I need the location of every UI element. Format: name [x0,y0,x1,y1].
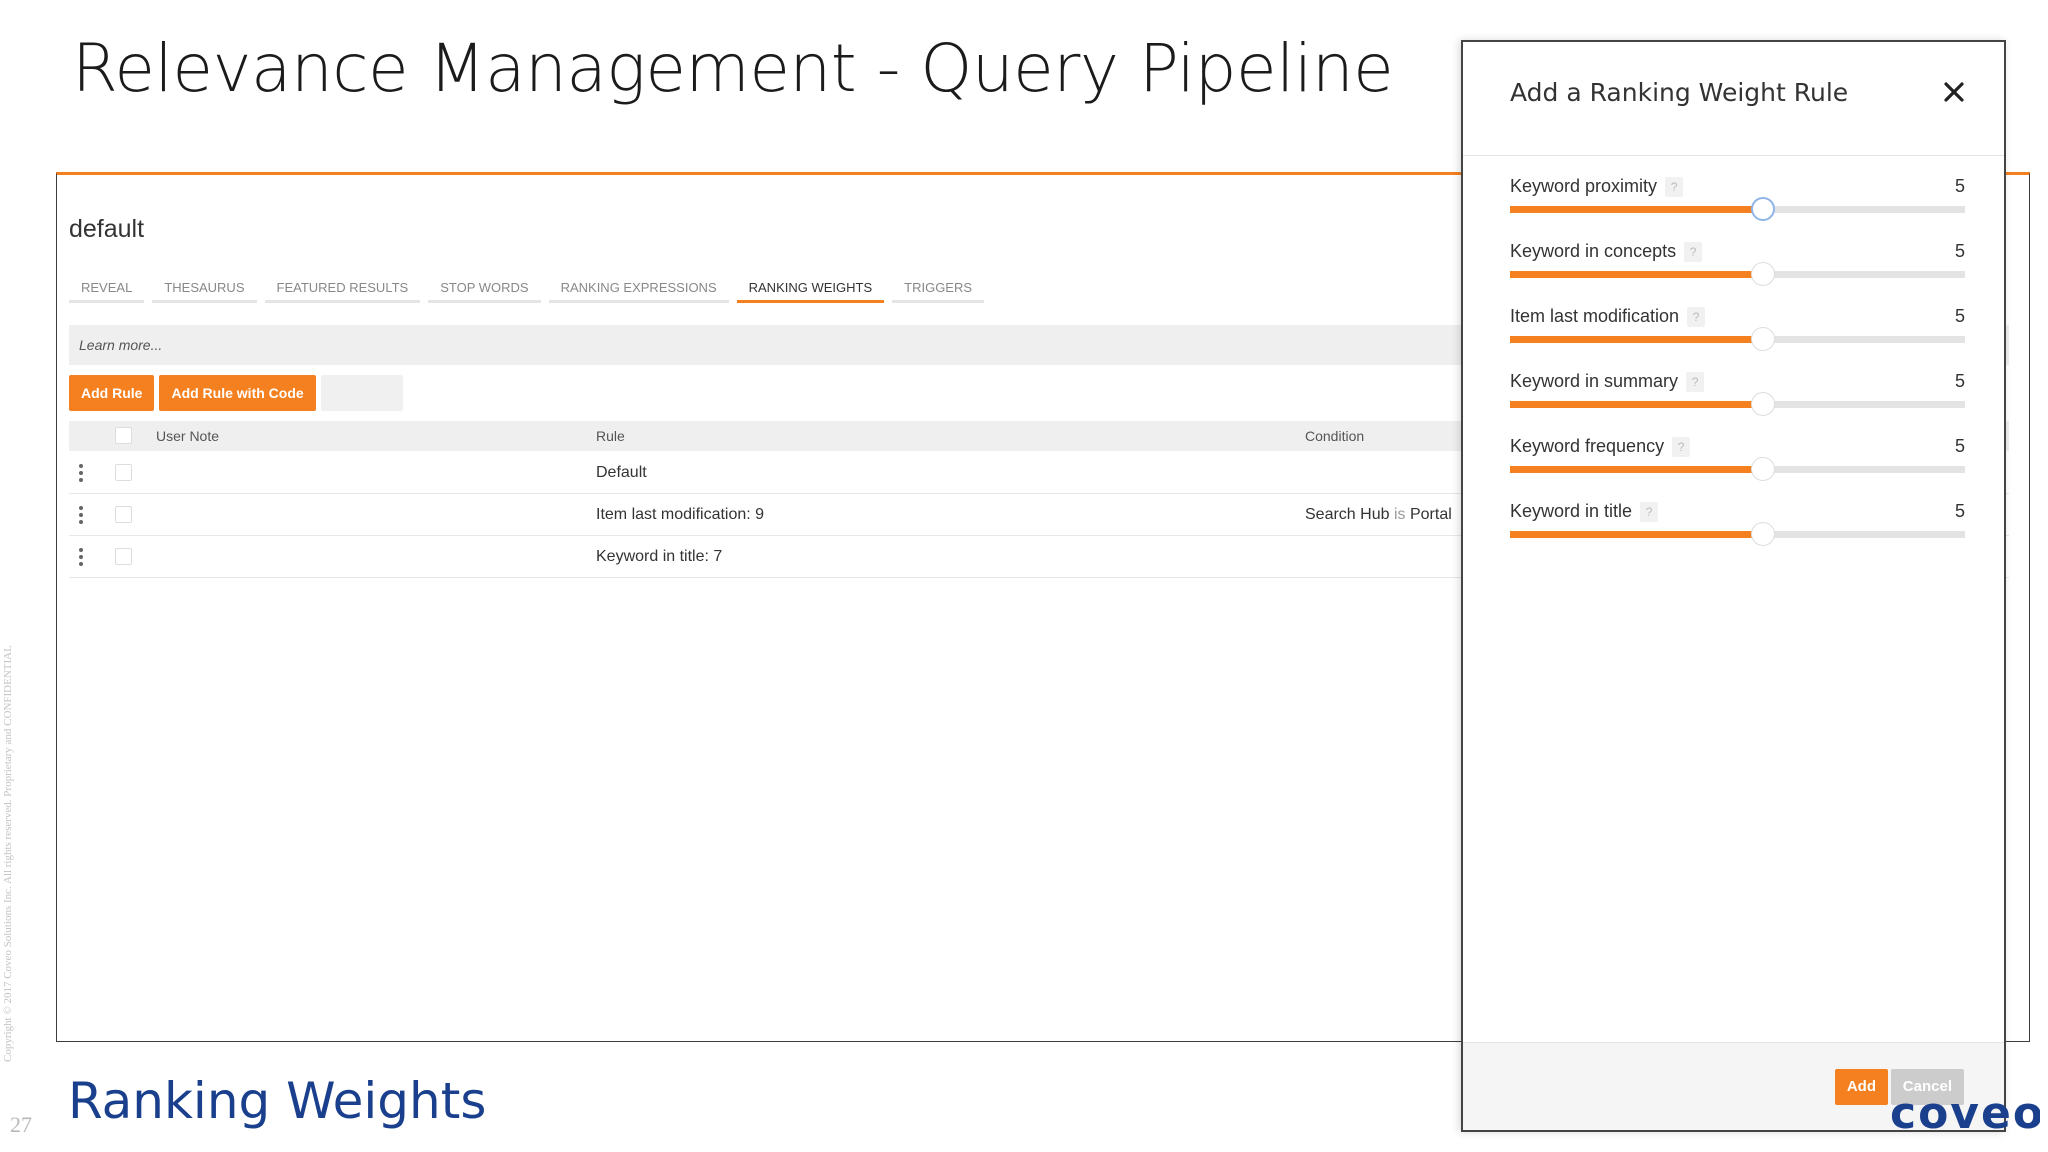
weight-value: 5 [1954,501,1965,521]
weight-slider[interactable] [1510,522,1965,546]
help-icon[interactable]: ? [1684,242,1703,263]
weight-slider[interactable] [1510,327,1965,351]
add-ranking-weight-rule-dialog: Add a Ranking Weight Rule Keyword proxim… [1461,40,2006,1132]
slider-fill [1510,271,1763,278]
weight-label-text: Keyword in title [1510,501,1633,521]
help-icon[interactable]: ? [1640,502,1659,523]
tab-featured-results[interactable]: FEATURED RESULTS [264,277,421,303]
slider-fill [1510,206,1763,213]
action-buttons: Add Rule Add Rule with Code Remove [69,375,403,411]
weight-label-text: Keyword proximity [1510,176,1658,196]
condition-field: Search Hub [1305,506,1390,523]
slider-handle[interactable] [1750,392,1775,416]
row-condition: Search Hub is Portal [1305,506,1452,524]
weight-slider[interactable] [1510,262,1965,286]
slider-handle[interactable] [1750,262,1775,286]
help-icon[interactable]: ? [1665,177,1684,198]
weight-label: Keyword in title? [1510,501,1659,523]
weight-keyword-proximity: Keyword proximity? 5 [1510,176,1965,236]
select-all-checkbox[interactable] [115,427,132,444]
weight-label-text: Keyword in concepts [1510,241,1677,261]
row-menu-icon[interactable] [79,464,83,482]
pipeline-tabs: REVEAL THESAURUS FEATURED RESULTS STOP W… [69,277,985,303]
row-menu-icon[interactable] [79,506,83,524]
tab-ranking-expressions[interactable]: RANKING EXPRESSIONS [548,277,729,303]
weight-keyword-in-title: Keyword in title? 5 [1510,501,1965,561]
weight-value: 5 [1954,241,1965,261]
weight-label: Keyword in concepts? [1510,241,1703,263]
slide-number: 27 [10,1112,32,1137]
slider-fill [1510,466,1763,473]
weight-item-last-modification: Item last modification? 5 [1510,306,1965,366]
slider-fill [1510,336,1763,343]
row-rule: Keyword in title: 7 [596,548,723,565]
add-rule-with-code-button[interactable]: Add Rule with Code [159,375,316,411]
column-rule[interactable]: Rule [596,428,625,444]
weight-slider[interactable] [1510,392,1965,416]
slide-title: Relevance Management - Query Pipeline [72,30,1394,107]
help-icon[interactable]: ? [1672,437,1691,458]
row-checkbox[interactable] [115,548,132,565]
column-condition[interactable]: Condition [1305,428,1364,444]
slider-handle[interactable] [1750,522,1775,546]
slider-fill [1510,401,1763,408]
tab-ranking-weights[interactable]: RANKING WEIGHTS [736,277,885,303]
condition-operator: is [1393,506,1406,523]
weight-label-text: Keyword frequency [1510,436,1665,456]
dialog-title: Add a Ranking Weight Rule [1510,78,1849,107]
help-icon[interactable]: ? [1686,372,1705,393]
slider-fill [1510,531,1763,538]
column-user-note[interactable]: User Note [156,428,219,444]
remove-button[interactable]: Remove [320,375,403,411]
coveo-logo: coveo [1890,1096,2040,1136]
pipeline-name: default [69,215,145,243]
slider-handle[interactable] [1750,327,1775,351]
tab-stop-words[interactable]: STOP WORDS [428,277,541,303]
weight-value: 5 [1954,176,1965,196]
weight-slider[interactable] [1510,197,1965,221]
weight-slider[interactable] [1510,457,1965,481]
weight-label: Item last modification? [1510,306,1706,328]
row-menu-icon[interactable] [79,548,83,566]
slide-subtitle: Ranking Weights [68,1072,487,1130]
row-rule: Default [596,464,647,481]
slider-handle[interactable] [1750,197,1775,221]
weight-keyword-frequency: Keyword frequency? 5 [1510,436,1965,496]
tab-thesaurus[interactable]: THESAURUS [152,277,257,303]
weight-value: 5 [1954,371,1965,391]
tab-reveal[interactable]: REVEAL [69,277,145,303]
row-checkbox[interactable] [115,464,132,481]
weight-label: Keyword in summary? [1510,371,1705,393]
weight-value: 5 [1954,436,1965,456]
close-icon[interactable] [1942,80,1966,104]
condition-value: Portal [1409,506,1452,523]
row-rule: Item last modification: 9 [596,506,765,523]
slider-handle[interactable] [1750,457,1775,481]
weight-value: 5 [1954,306,1965,326]
copyright-notice: Copyright © 2017 Coveo Solutions Inc. Al… [2,645,14,1062]
weight-keyword-in-concepts: Keyword in concepts? 5 [1510,241,1965,301]
add-button[interactable]: Add [1834,1069,1888,1105]
row-checkbox[interactable] [115,506,132,523]
weight-keyword-in-summary: Keyword in summary? 5 [1510,371,1965,431]
weight-label-text: Keyword in summary [1510,371,1679,391]
dialog-header: Add a Ranking Weight Rule [1463,42,2004,156]
add-rule-button[interactable]: Add Rule [69,375,155,411]
help-icon[interactable]: ? [1687,307,1706,328]
tab-triggers[interactable]: TRIGGERS [892,277,985,303]
weight-label: Keyword frequency? [1510,436,1691,458]
weight-label-text: Item last modification [1510,306,1680,326]
weight-label: Keyword proximity? [1510,176,1684,198]
